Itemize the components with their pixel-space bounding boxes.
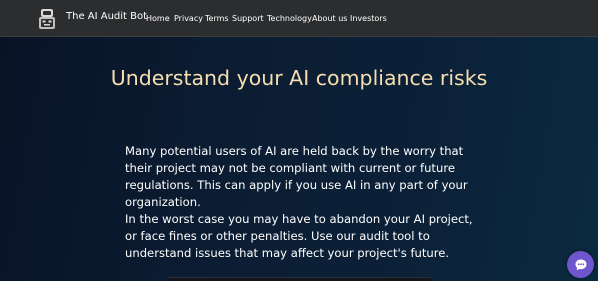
content-panel-edge [167, 277, 431, 281]
chat-bubble-icon [575, 259, 586, 270]
nav-investors[interactable]: Investors [350, 14, 387, 23]
nav-terms[interactable]: Terms [205, 14, 229, 23]
hero-paragraph-2: In the worst case you may have to abando… [125, 212, 473, 260]
nav-about-us[interactable]: About us [312, 14, 347, 23]
robot-logo-icon[interactable] [37, 8, 57, 30]
hero-paragraph-1: Many potential users of AI are held back… [125, 144, 468, 209]
brand-title[interactable]: The AI Audit Bot [66, 11, 147, 22]
hero-title: Understand your AI compliance risks [110, 66, 488, 90]
hero-description: Many potential users of AI are held back… [125, 143, 480, 262]
nav-privacy[interactable]: Privacy [174, 14, 203, 23]
nav-technology[interactable]: Technology [267, 14, 312, 23]
chat-button[interactable] [567, 251, 594, 278]
navbar: The AI Audit Bot Home Privacy Terms Supp… [0, 0, 598, 37]
nav-support[interactable]: Support [232, 14, 264, 23]
nav-home[interactable]: Home [146, 14, 170, 23]
